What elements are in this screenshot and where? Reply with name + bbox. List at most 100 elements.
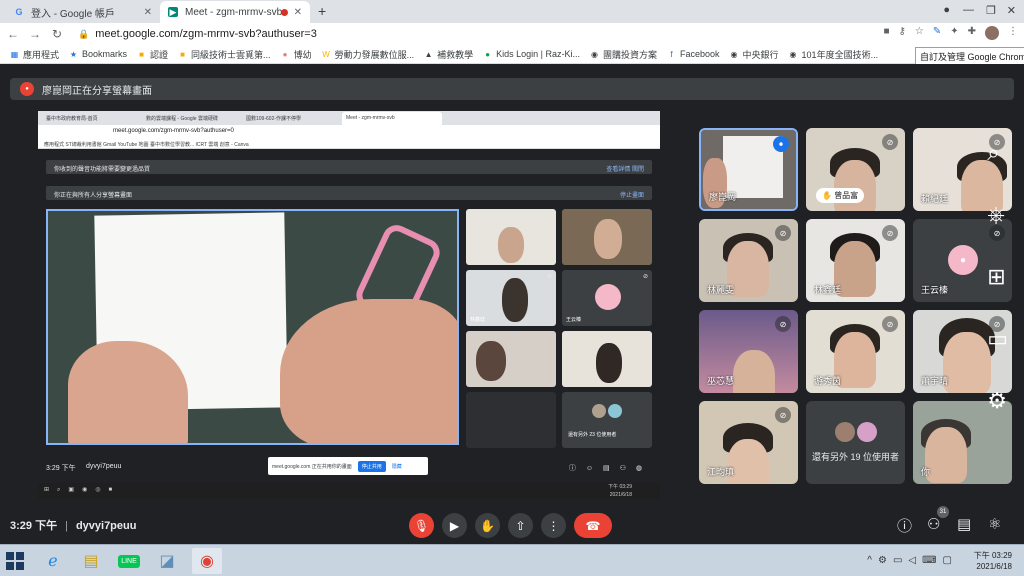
shared-notice-bar: 你收到的聲音功能將需要變更過品質 查看詳情 關閉 (46, 160, 652, 174)
shared-control-icons: ⓘ☺▤⚇◍ (568, 465, 652, 472)
bookmark-item[interactable]: ▲ 補救教學 (424, 48, 473, 61)
windows-start-icon[interactable] (6, 552, 24, 570)
windows-logo-icon[interactable]: ⊞ (987, 264, 1008, 290)
tab-strip: G 登入 - Google 帳戶 ✕ ▶ Meet - zgm-mrmv-svb… (0, 0, 1024, 23)
meeting-info: 3:29 下午 | dyvyi7peuu (10, 520, 137, 532)
settings-tray-icon[interactable]: ⚙ (878, 555, 887, 566)
apps-grid-icon: ▦ (10, 49, 19, 59)
share-node-icon[interactable]: ⎈ (987, 202, 1008, 228)
star-icon[interactable]: ☆ (915, 26, 924, 40)
network-icon[interactable]: ▭ (893, 555, 902, 566)
forward-icon[interactable]: → (26, 27, 44, 41)
raise-hand-button[interactable]: ✋ (475, 513, 500, 538)
tab-google-account[interactable]: G 登入 - Google 帳戶 ✕ (6, 1, 160, 23)
bookmark-item[interactable]: ● 博幼 (281, 48, 312, 61)
clock[interactable]: 下午 03:29 2021/6/18 (974, 550, 1012, 572)
bookmark-item[interactable]: ◉ 團購投資方案 (590, 48, 657, 61)
puzzle-icon[interactable]: ✚ (968, 26, 976, 40)
reload-icon[interactable]: ↻ (48, 27, 66, 41)
maximize-icon[interactable]: ❐ (986, 4, 996, 17)
shared-main-video (46, 209, 459, 445)
globe-icon: ◉ (789, 49, 797, 59)
presenting-text: 廖崑岡正在分享螢幕畫面 (42, 85, 152, 97)
sharing-popup: meet.google.com 正在共用你的畫面 停止共用 隱藏 (268, 457, 428, 475)
present-button[interactable]: ⇧ (508, 513, 533, 538)
address-bar[interactable]: 🔒 meet.google.com/zgm-mrmv-svb?authuser=… (78, 25, 928, 43)
participant-tile[interactable]: ⊘ ✋ 曾品富 (806, 128, 905, 211)
extension-icon[interactable]: ✦ (950, 26, 958, 40)
bookmark-item[interactable]: ■ 認證 (137, 48, 168, 61)
shared-participant-tile (466, 331, 556, 387)
info-icon[interactable]: ⓘ (897, 515, 912, 536)
mic-off-icon: ⊘ (775, 407, 791, 423)
profile-avatar[interactable] (985, 26, 999, 40)
shared-tab: 數的雲端課程 - Google 雲端硬碟 (146, 116, 218, 122)
bookmark-item[interactable]: W 勞動力發展數位服... (322, 48, 414, 61)
file-explorer-icon[interactable]: ▤ (76, 548, 106, 574)
meet-area: ● 廖崑岡正在分享螢幕畫面 臺中市政府教育局-首頁 數的雲端課程 - Googl… (0, 64, 1024, 544)
more-options-button[interactable]: ⋮ (541, 513, 566, 538)
globe-icon: ◉ (730, 49, 738, 59)
bookmark-item[interactable]: ● Kids Login | Raz-Ki... (483, 49, 580, 59)
activities-icon[interactable]: ⚛ (988, 515, 1001, 533)
windows-taskbar: ℯ ▤ LINE ◪ ◉ ^ ⚙ ▭ ◁ ⌨ ▢ 下午 03:29 2021/6… (0, 544, 1024, 576)
presenter-avatar-icon: ● (20, 82, 34, 96)
shared-tab: Meet - zgm-mrmv-svb (342, 112, 442, 125)
people-icon[interactable]: ⚇ (927, 515, 940, 533)
bookmark-item[interactable]: ■ 同級技術士雲覓第... (178, 48, 270, 61)
close-icon[interactable]: ✕ (294, 7, 302, 18)
extension-feather-icon[interactable]: ✎ (933, 26, 941, 40)
recording-icon (281, 8, 288, 16)
notes-icon[interactable]: ◪ (152, 548, 182, 574)
mic-off-icon: ⊘ (882, 316, 898, 332)
close-icon[interactable]: ✕ (144, 7, 152, 18)
internet-explorer-icon[interactable]: ℯ (38, 548, 68, 574)
keyboard-icon[interactable]: ⌨ (922, 555, 936, 566)
toolbar-icons: ■ ⚷ ☆ ✎ ✦ ✚ ⋮ (883, 26, 1018, 40)
volume-icon[interactable]: ◁ (908, 555, 916, 566)
menu-icon[interactable]: ⋮ (1008, 26, 1018, 40)
participant-tile[interactable]: ⊘ 林鑫廷 (806, 219, 905, 302)
chat-icon[interactable]: ▤ (957, 515, 971, 533)
notification-icon[interactable]: ▢ (943, 555, 952, 566)
new-tab-button[interactable]: + (318, 3, 326, 19)
zoom-icon[interactable]: ⌕ (987, 140, 1008, 166)
tab-meet[interactable]: ▶ Meet - zgm-mrmv-svb ✕ (160, 1, 310, 23)
tab-title: Meet - zgm-mrmv-svb (185, 6, 283, 18)
shared-participant-tile (466, 392, 556, 448)
name-chip: ✋ 曾品富 (816, 188, 865, 203)
bookmark-item[interactable]: ★ Bookmarks (69, 49, 127, 59)
leave-call-button[interactable]: ☎ (574, 513, 612, 538)
profile-circle-icon[interactable]: ● (943, 4, 950, 16)
bookmark-item[interactable]: f Facebook (667, 49, 719, 59)
bookmark-item[interactable]: ▦ 應用程式 (10, 48, 59, 61)
facebook-icon: f (670, 49, 673, 59)
chevron-up-icon[interactable]: ^ (867, 555, 872, 566)
window-close-icon[interactable]: ✕ (1007, 4, 1016, 17)
floating-tools: ⌕ ⎈ ⊞ ▭ ⚙ (987, 140, 1008, 414)
line-app-icon[interactable]: LINE (114, 548, 144, 574)
shared-participant-tile: 還有另外 23 位使用者 (562, 392, 652, 448)
camera-button[interactable]: ▶ (442, 513, 467, 538)
mic-off-icon: ⊘ (642, 274, 648, 280)
participant-tile[interactable]: ⦁ 廖崑岡 (699, 128, 798, 211)
bookmark-item[interactable]: ◉ 中央銀行 (730, 48, 779, 61)
minimize-icon[interactable]: — (963, 4, 974, 16)
shared-participant-tile (562, 209, 652, 265)
key-icon[interactable]: ⚷ (899, 26, 906, 40)
participant-tile[interactable]: ⊘ 林麗雯 (699, 219, 798, 302)
camera-icon[interactable]: ■ (883, 26, 889, 40)
participant-tile-others[interactable]: 還有另外 19 位使用者 (806, 401, 905, 484)
chrome-icon[interactable]: ◉ (192, 548, 222, 574)
folder-icon: ■ (139, 49, 144, 59)
back-icon[interactable]: ← (4, 27, 22, 41)
bookmark-item[interactable]: ◉ 101年度全國技術... (789, 48, 879, 61)
mic-off-button[interactable]: 🎙 (409, 513, 434, 538)
participant-tile[interactable]: ⊘ 巫芯慧 (699, 310, 798, 393)
hand (68, 341, 188, 443)
settings-gear-icon[interactable]: ⚙ (987, 388, 1008, 414)
participant-tile[interactable]: ⊘ 游秀茵 (806, 310, 905, 393)
participant-tile[interactable]: ⊘ 江昀瑱 (699, 401, 798, 484)
shared-participant-tile: 王云榛 ⊘ (562, 270, 652, 326)
screen-icon[interactable]: ▭ (987, 326, 1008, 352)
